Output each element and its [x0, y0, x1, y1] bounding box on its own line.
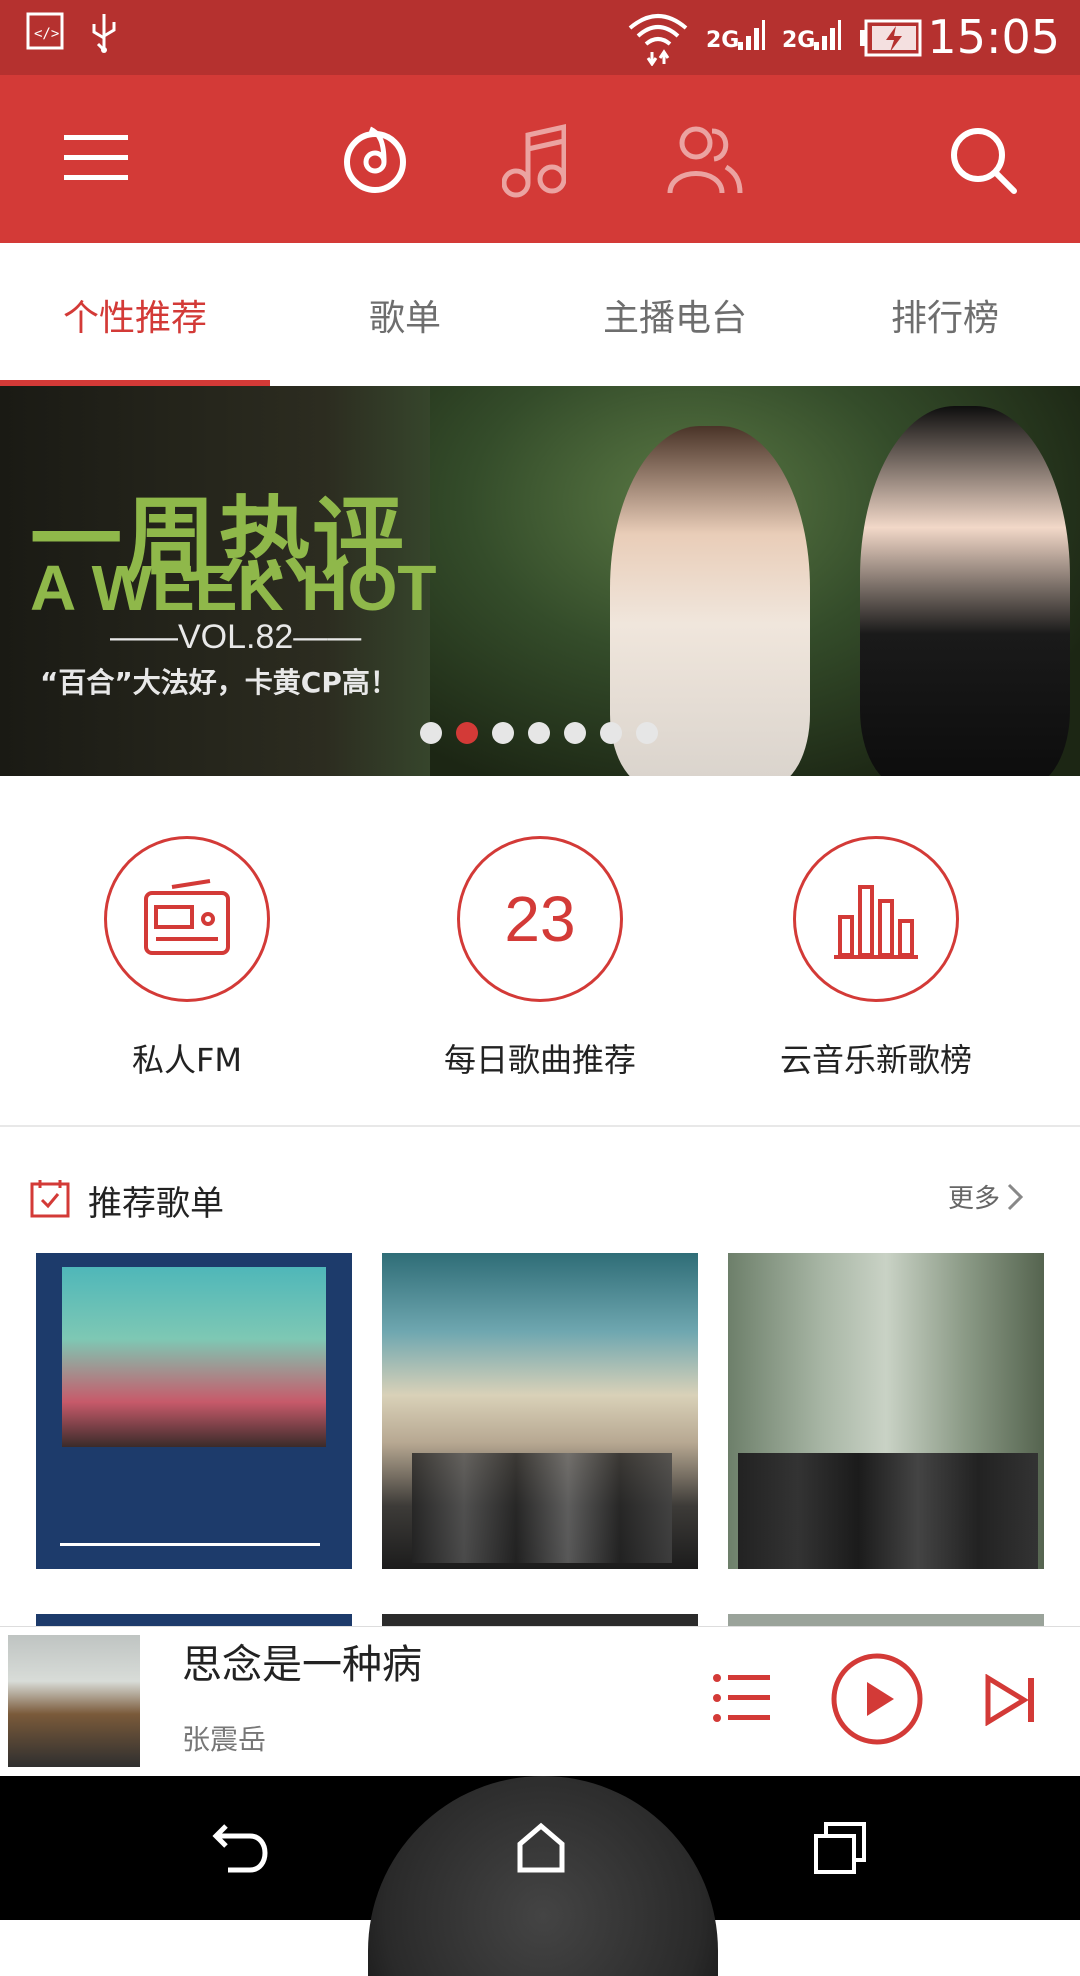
friends-icon[interactable]	[664, 123, 746, 199]
banner-subtitle: A WEEK HOT	[30, 552, 437, 624]
now-playing-title: 思念是一种病	[182, 1642, 422, 1688]
divider	[0, 1125, 1080, 1127]
carousel-dot-active[interactable]	[456, 722, 478, 744]
carousel-dot[interactable]	[420, 722, 442, 744]
carousel-indicator	[420, 722, 658, 744]
play-button[interactable]	[830, 1652, 924, 1746]
carousel-dot[interactable]	[636, 722, 658, 744]
more-link[interactable]: 更多	[948, 1178, 1024, 1215]
more-label: 更多	[947, 1184, 1000, 1214]
playlist-cover-partial[interactable]	[382, 1614, 698, 1626]
new-songs-chart-button[interactable]	[793, 836, 959, 1002]
radio-icon	[144, 879, 230, 955]
search-icon[interactable]	[948, 125, 1018, 195]
netease-music-icon[interactable]	[340, 125, 410, 195]
clock: 15:05	[927, 10, 1060, 64]
carousel-dot[interactable]	[600, 722, 622, 744]
signal-2: 2G	[782, 28, 816, 53]
cover-band	[738, 1453, 1038, 1569]
daily-recommend-button[interactable]: 23	[457, 836, 623, 1002]
section-title: 推荐歌单	[88, 1184, 224, 1224]
banner-person-right	[860, 406, 1070, 776]
tab-bar: 个性推荐 歌单 主播电台 排行榜	[0, 243, 1080, 387]
signal-bars-icon	[738, 20, 765, 50]
back-icon[interactable]	[212, 1822, 270, 1876]
playlist-icon[interactable]	[712, 1672, 772, 1726]
signal-bars-icon	[814, 20, 841, 50]
banner-carousel[interactable]: 一周热评 A WEEK HOT ——VOL.82—— “百合”大法好，卡黄CP高…	[0, 386, 1080, 776]
calendar-check-icon	[30, 1180, 70, 1218]
tab-recommend[interactable]: 个性推荐	[0, 243, 270, 386]
banner-description: “百合”大法好，卡黄CP高！	[40, 666, 398, 699]
chevron-right-icon	[1007, 1183, 1024, 1210]
daily-date: 23	[504, 883, 576, 955]
menu-icon[interactable]	[64, 133, 128, 183]
playlist-cover[interactable]	[728, 1253, 1044, 1569]
playlist-cover-partial[interactable]	[36, 1614, 352, 1626]
next-track-button[interactable]	[984, 1674, 1038, 1726]
developer-mode-icon: </>	[26, 12, 64, 50]
playlist-cover[interactable]	[36, 1253, 352, 1569]
wifi-icon	[628, 14, 688, 66]
tab-radio[interactable]: 主播电台	[540, 243, 810, 386]
chart-bars-icon	[834, 885, 918, 959]
private-fm-button[interactable]	[104, 836, 270, 1002]
album-art[interactable]	[8, 1635, 140, 1767]
carousel-dot[interactable]	[528, 722, 550, 744]
app-header	[0, 75, 1080, 243]
banner-volume: ——VOL.82——	[110, 618, 362, 656]
new-songs-chart-label: 云音乐新歌榜	[779, 1041, 972, 1079]
svg-text:</>: </>	[34, 26, 59, 42]
cover-band	[412, 1453, 672, 1563]
carousel-dot[interactable]	[492, 722, 514, 744]
daily-recommend-label: 每日歌曲推荐	[443, 1041, 636, 1079]
tab-charts[interactable]: 排行榜	[810, 243, 1080, 386]
usb-icon	[92, 14, 116, 53]
home-icon[interactable]	[516, 1822, 566, 1874]
private-fm-label: 私人FM	[131, 1041, 243, 1079]
playlist-cover[interactable]	[382, 1253, 698, 1569]
battery-charging-icon	[860, 19, 922, 57]
music-note-icon[interactable]	[502, 123, 566, 199]
playlist-cover-partial[interactable]	[728, 1614, 1044, 1626]
recent-apps-icon[interactable]	[812, 1822, 868, 1874]
status-bar: </> 2G 2G 15:05	[0, 0, 1080, 75]
tab-playlists[interactable]: 歌单	[270, 243, 540, 386]
cover-handwriting	[60, 1463, 320, 1546]
now-playing-artist: 张震岳	[182, 1723, 267, 1756]
cover-art	[62, 1267, 326, 1447]
signal-1: 2G	[706, 28, 740, 53]
carousel-dot[interactable]	[564, 722, 586, 744]
